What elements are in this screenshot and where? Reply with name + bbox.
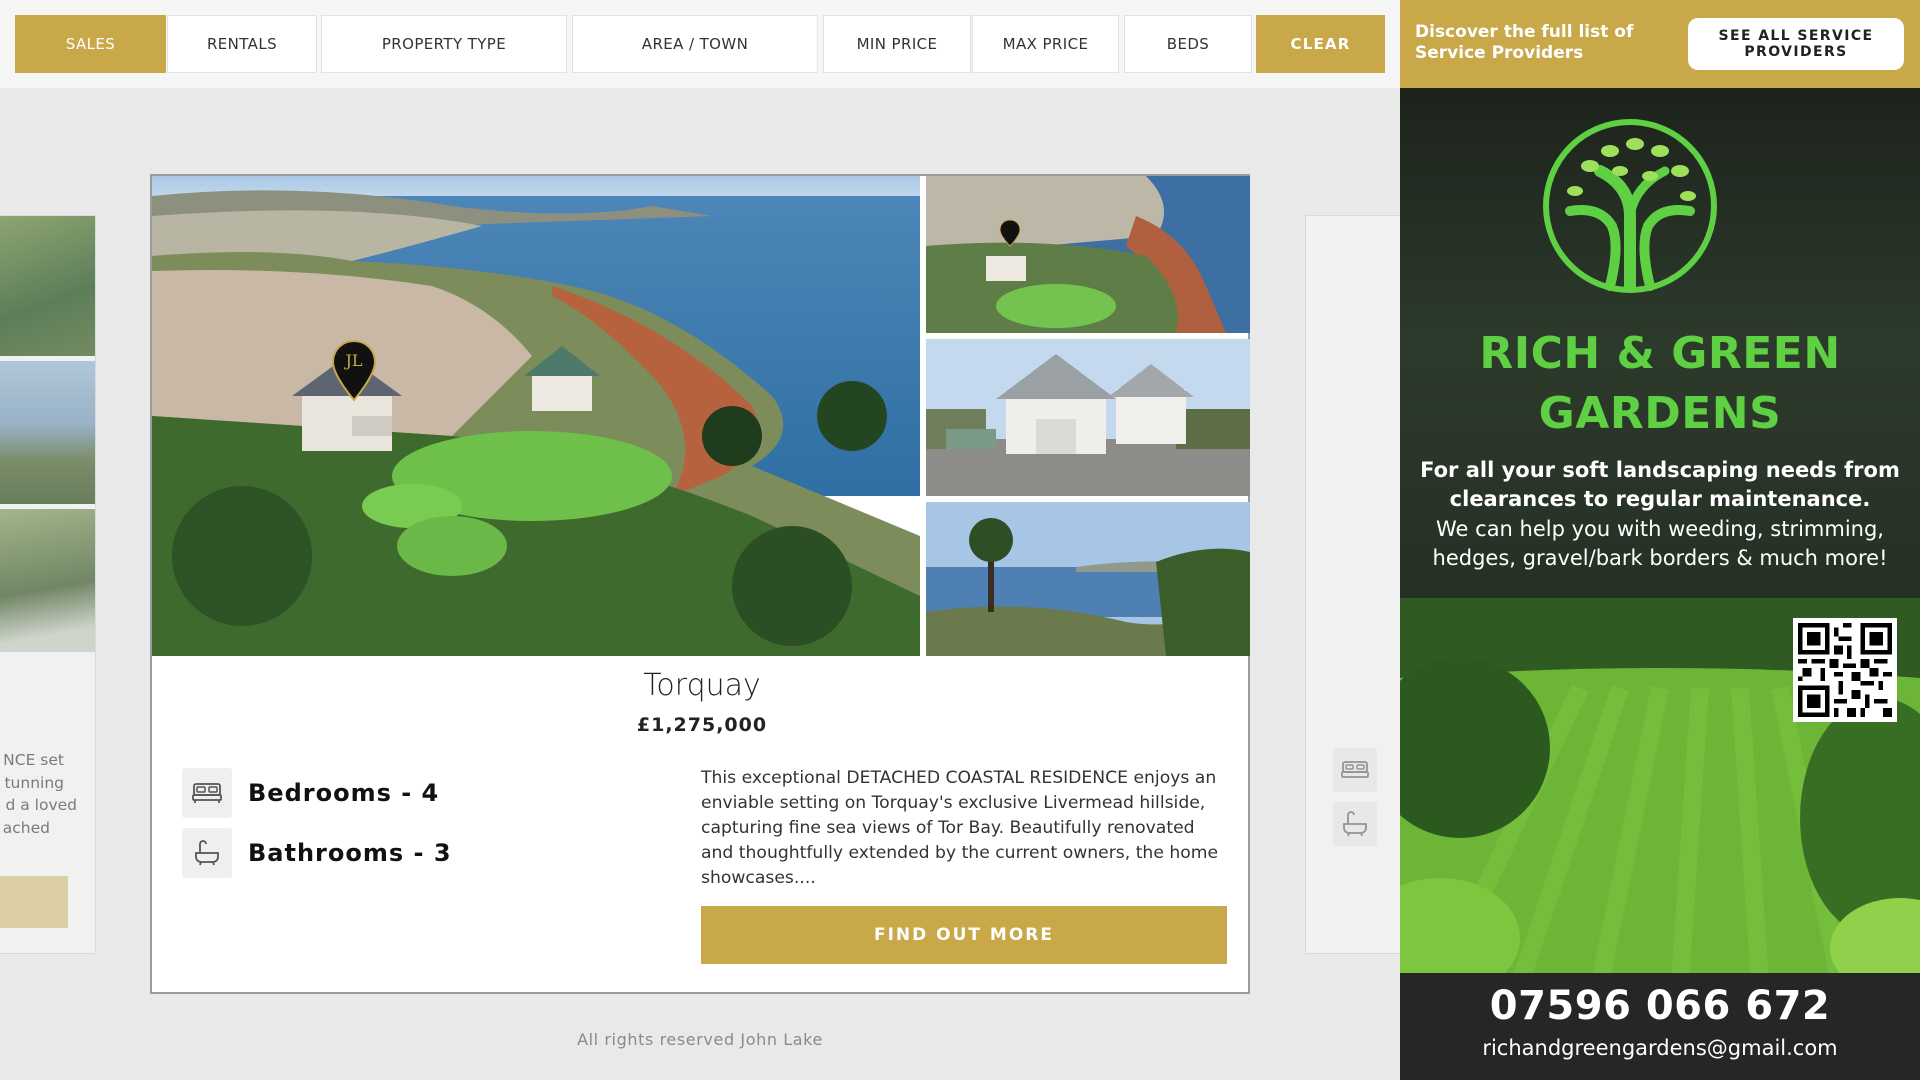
listing-thumbnail[interactable] xyxy=(926,176,1250,333)
next-listing-card[interactable] xyxy=(1305,215,1400,954)
see-all-service-providers-button[interactable]: SEE ALL SERVICE PROVIDERS xyxy=(1688,18,1904,70)
find-out-more-button[interactable]: FIND OUT MORE xyxy=(701,906,1227,964)
min-price-dropdown[interactable]: MIN PRICE xyxy=(823,15,971,73)
bath-icon xyxy=(1333,802,1377,846)
copyright-footer: All rights reserved John Lake xyxy=(577,1030,823,1049)
listing-thumbnail[interactable] xyxy=(926,339,1250,496)
previous-listing-button[interactable] xyxy=(0,876,68,928)
previous-listing-photo xyxy=(0,361,95,504)
bed-icon xyxy=(1333,748,1377,792)
service-providers-promo-text: Discover the full list of Service Provid… xyxy=(1415,22,1634,63)
bedrooms-feature: Bedrooms - 4 xyxy=(182,768,439,818)
listing-description: This exceptional DETACHED COASTAL RESIDE… xyxy=(701,768,1219,888)
listing-main-photo[interactable]: JL xyxy=(152,176,920,656)
advert-phone[interactable]: 07596 066 672 xyxy=(1400,983,1920,1029)
service-providers-sidebar: Discover the full list of Service Provid… xyxy=(1400,0,1920,1080)
previous-listing-photo xyxy=(0,216,95,356)
search-filter-bar: SALES RENTALS PROPERTY TYPE AREA / TOWN … xyxy=(0,0,1400,88)
advert-email[interactable]: richandgreengardens@gmail.com xyxy=(1400,1036,1920,1060)
property-type-dropdown[interactable]: PROPERTY TYPE xyxy=(321,15,567,73)
advert-headline: For all your soft landscaping needs from… xyxy=(1420,458,1900,511)
clear-filters-button[interactable]: CLEAR xyxy=(1256,15,1385,73)
previous-listing-description: NCE set tunning d a loved ached xyxy=(2,751,77,837)
map-pin-icon: JL xyxy=(331,339,377,402)
bath-icon xyxy=(182,828,232,878)
tab-rentals[interactable]: RENTALS xyxy=(167,15,317,73)
bed-icon xyxy=(182,768,232,818)
advert-title: RICH & GREEN GARDENS xyxy=(1479,328,1841,439)
qr-code-icon[interactable] xyxy=(1793,618,1897,722)
listing-price: £1,275,000 xyxy=(636,714,768,736)
listing-thumbnail[interactable] xyxy=(926,502,1250,656)
previous-listing-card[interactable]: NCE set tunning d a loved ached xyxy=(0,215,96,954)
max-price-dropdown[interactable]: MAX PRICE xyxy=(972,15,1119,73)
bedrooms-count: Bedrooms - 4 xyxy=(248,779,440,807)
service-providers-header: Discover the full list of Service Provid… xyxy=(1400,0,1920,88)
beds-dropdown[interactable]: BEDS xyxy=(1124,15,1252,73)
tab-sales[interactable]: SALES xyxy=(15,15,166,73)
featured-listing-card: JL Torquay £1,275,000 Bedrooms - 4 Bathr… xyxy=(150,174,1250,994)
advert-rich-green-gardens[interactable]: RICH & GREEN GARDENS For all your soft l… xyxy=(1400,88,1920,1080)
tree-logo-icon xyxy=(1540,116,1720,296)
area-town-dropdown[interactable]: AREA / TOWN xyxy=(572,15,818,73)
pin-monogram: JL xyxy=(345,351,363,370)
bathrooms-feature: Bathrooms - 3 xyxy=(182,828,452,878)
advert-body: We can help you with weeding, strimming,… xyxy=(1432,517,1888,570)
bathrooms-count: Bathrooms - 3 xyxy=(248,839,452,867)
previous-listing-photo xyxy=(0,509,95,652)
listing-town: Torquay xyxy=(643,668,761,703)
